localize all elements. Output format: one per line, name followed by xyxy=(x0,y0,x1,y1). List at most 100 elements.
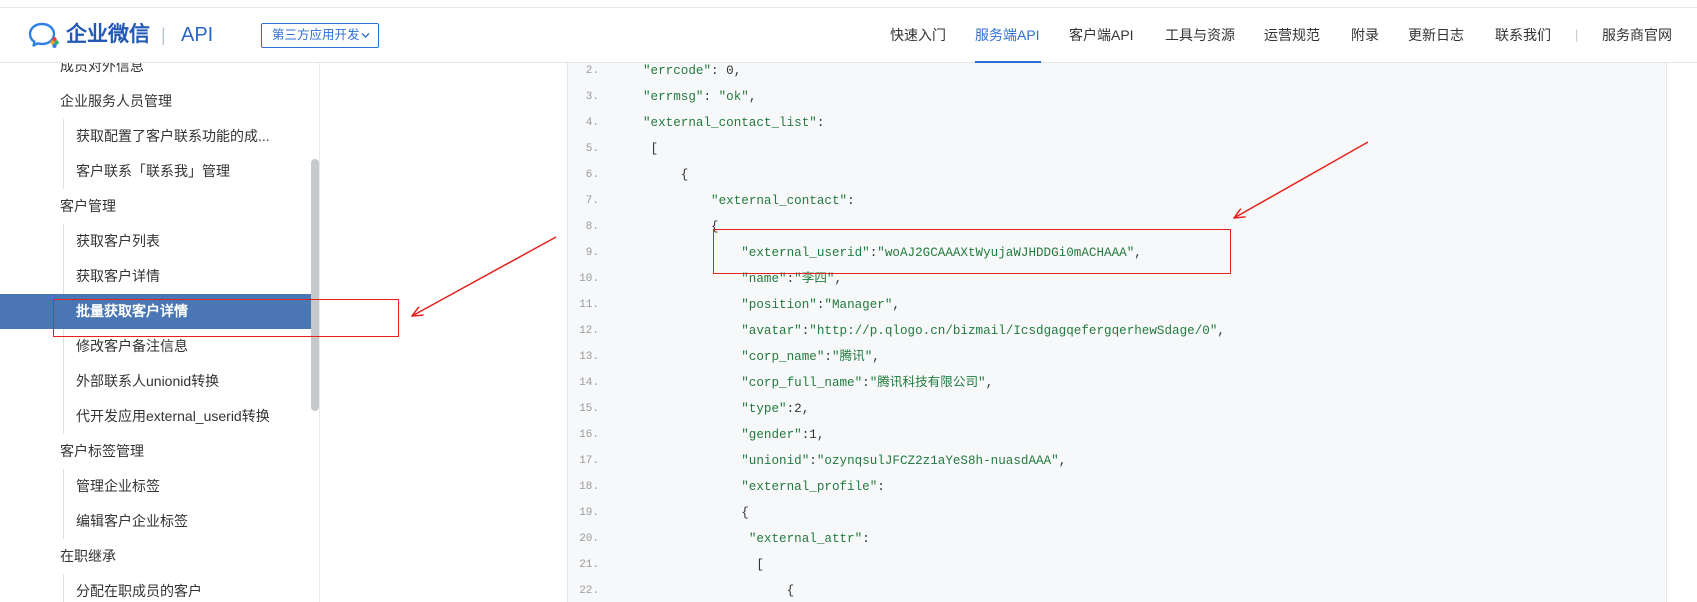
code-line: 5. [ xyxy=(568,136,1666,162)
sidebar-item-label: 企业服务人员管理 xyxy=(60,93,172,109)
nav-partner-site[interactable]: 服务商官网 xyxy=(1602,8,1672,62)
annotation-arrow-sidebar xyxy=(412,236,557,316)
code-token: [ xyxy=(643,558,764,572)
sidebar-item-label: 修改客户备注信息 xyxy=(76,338,188,354)
wecom-chat-bubbles-icon[interactable] xyxy=(28,20,62,52)
code-token: :1, xyxy=(801,428,825,442)
line-number: 17. xyxy=(579,455,599,467)
nav-server-api[interactable]: 服务端API xyxy=(975,8,1040,62)
logo-text[interactable]: 企业微信 xyxy=(66,8,150,62)
sidebar-group[interactable]: 在职继承 xyxy=(0,539,312,574)
sidebar-item[interactable]: 客户联系「联系我」管理 xyxy=(0,154,312,189)
line-number: 3. xyxy=(585,91,599,103)
code-line: 11. "position":"Manager", xyxy=(568,292,1666,318)
nav-changelog[interactable]: 更新日志 xyxy=(1408,8,1464,62)
code-token: : xyxy=(816,116,825,130)
code-string-token: "腾讯" xyxy=(831,350,873,364)
code-text: "name":"李四", xyxy=(643,266,842,292)
code-text: { xyxy=(643,162,689,188)
code-line: 9. "external_userid":"woAJ2GCAAAXtWyujaW… xyxy=(568,240,1666,266)
sidebar-item[interactable]: 获取客户列表 xyxy=(0,224,312,259)
code-string-token: "type" xyxy=(741,402,787,416)
code-text: "errcode": 0, xyxy=(643,63,741,84)
code-token: { xyxy=(643,584,795,598)
sidebar-item[interactable]: 获取配置了客户联系功能的成... xyxy=(0,119,312,154)
top-header: 企业微信 | API 第三方应用开发 快速入门 服务端API 客户端API 工具… xyxy=(0,7,1697,63)
sidebar-item-active[interactable]: 批量获取客户详情 xyxy=(0,294,312,329)
sidebar-item[interactable]: 管理企业标签 xyxy=(0,469,312,504)
nav-operations[interactable]: 运营规范 xyxy=(1264,8,1320,62)
sidebar-list: 成员对外信息企业服务人员管理获取配置了客户联系功能的成... 客户联系「联系我」管… xyxy=(0,63,312,602)
logo-api-label[interactable]: API xyxy=(181,8,213,62)
sidebar-item-label: 获取配置了客户联系功能的成... xyxy=(76,128,270,144)
code-text: "external_userid":"woAJ2GCAAAXtWyujaWJHD… xyxy=(643,240,1142,266)
sidebar-item-label: 客户联系「联系我」管理 xyxy=(76,163,230,179)
code-token: { xyxy=(643,168,689,182)
sidebar: 成员对外信息企业服务人员管理获取配置了客户联系功能的成... 客户联系「联系我」管… xyxy=(0,63,320,602)
sidebar-group[interactable]: 成员对外信息 xyxy=(0,63,312,84)
code-line: 7. "external_contact": xyxy=(568,188,1666,214)
nav-tools[interactable]: 工具与资源 xyxy=(1165,8,1235,62)
nav-client-api[interactable]: 客户端API xyxy=(1069,8,1134,62)
sidebar-scrollbar[interactable] xyxy=(311,159,319,411)
code-line: 2. "errcode": 0, xyxy=(568,63,1666,84)
nav-contact[interactable]: 联系我们 xyxy=(1495,8,1551,62)
code-line: 18. "external_profile": xyxy=(568,474,1666,500)
code-text: "external_attr": xyxy=(643,526,870,552)
code-token: : xyxy=(847,194,855,208)
code-string-token: "errcode" xyxy=(643,64,712,78)
line-number: 7. xyxy=(585,195,599,207)
code-string-token: "external_contact_list" xyxy=(643,116,817,130)
sidebar-group[interactable]: 企业服务人员管理 xyxy=(0,84,312,119)
code-line: 12. "avatar":"http://p.qlogo.cn/bizmail/… xyxy=(568,318,1666,344)
code-line: 14. "corp_full_name":"腾讯科技有限公司", xyxy=(568,370,1666,396)
line-number: 4. xyxy=(585,117,599,129)
code-string-token: "name" xyxy=(741,272,787,286)
sidebar-item[interactable]: 外部联系人unionid转换 xyxy=(0,364,312,399)
code-string-token: "ok" xyxy=(718,90,749,104)
code-token: [ xyxy=(643,142,659,156)
code-token: : xyxy=(862,376,870,390)
active-nav-underline xyxy=(975,61,1041,63)
sidebar-item[interactable]: 分配在职成员的客户 xyxy=(0,574,312,602)
line-number: 11. xyxy=(579,299,599,311)
code-token: :2, xyxy=(786,402,810,416)
sidebar-item-label: 成员对外信息 xyxy=(60,63,144,74)
nav-quick-start[interactable]: 快速入门 xyxy=(890,8,946,62)
sidebar-group[interactable]: 客户标签管理 xyxy=(0,434,312,469)
app-type-dropdown[interactable]: 第三方应用开发 xyxy=(261,23,379,48)
sidebar-item[interactable]: 编辑客户企业标签 xyxy=(0,504,312,539)
code-string-token: "李四" xyxy=(794,272,835,286)
logo-divider: | xyxy=(161,25,166,45)
sidebar-item[interactable]: 修改客户备注信息 xyxy=(0,329,312,364)
sidebar-item-label: 管理企业标签 xyxy=(76,478,160,494)
sidebar-item-label: 客户管理 xyxy=(60,198,116,214)
line-number: 20. xyxy=(579,533,599,545)
code-text: "unionid":"ozynqsulJFCZ2z1aYeS8h-nuasdAA… xyxy=(643,448,1066,474)
code-string-token: "position" xyxy=(741,298,817,312)
line-number: 9. xyxy=(585,247,599,259)
line-number: 21. xyxy=(579,559,599,571)
sidebar-item[interactable]: 代开发应用external_userid转换 xyxy=(0,399,312,434)
sidebar-item[interactable]: 获取客户详情 xyxy=(0,259,312,294)
dropdown-label: 第三方应用开发 xyxy=(272,28,360,42)
code-token: , xyxy=(1217,324,1225,338)
code-string-token: "errmsg" xyxy=(643,90,704,104)
code-line: 10. "name":"李四", xyxy=(568,266,1666,292)
code-token: : xyxy=(824,350,832,364)
code-string-token: "腾讯科技有限公司" xyxy=(869,376,986,390)
code-line: 22. { xyxy=(568,578,1666,602)
code-text: "external_contact": xyxy=(643,188,855,214)
sidebar-group[interactable]: 客户管理 xyxy=(0,189,312,224)
code-block: 2. "errcode": 0, 3. "errmsg": "ok", 4. "exter… xyxy=(567,63,1667,602)
nav-appendix[interactable]: 附录 xyxy=(1351,8,1379,62)
line-number: 13. xyxy=(579,351,599,363)
line-number: 6. xyxy=(585,169,599,181)
